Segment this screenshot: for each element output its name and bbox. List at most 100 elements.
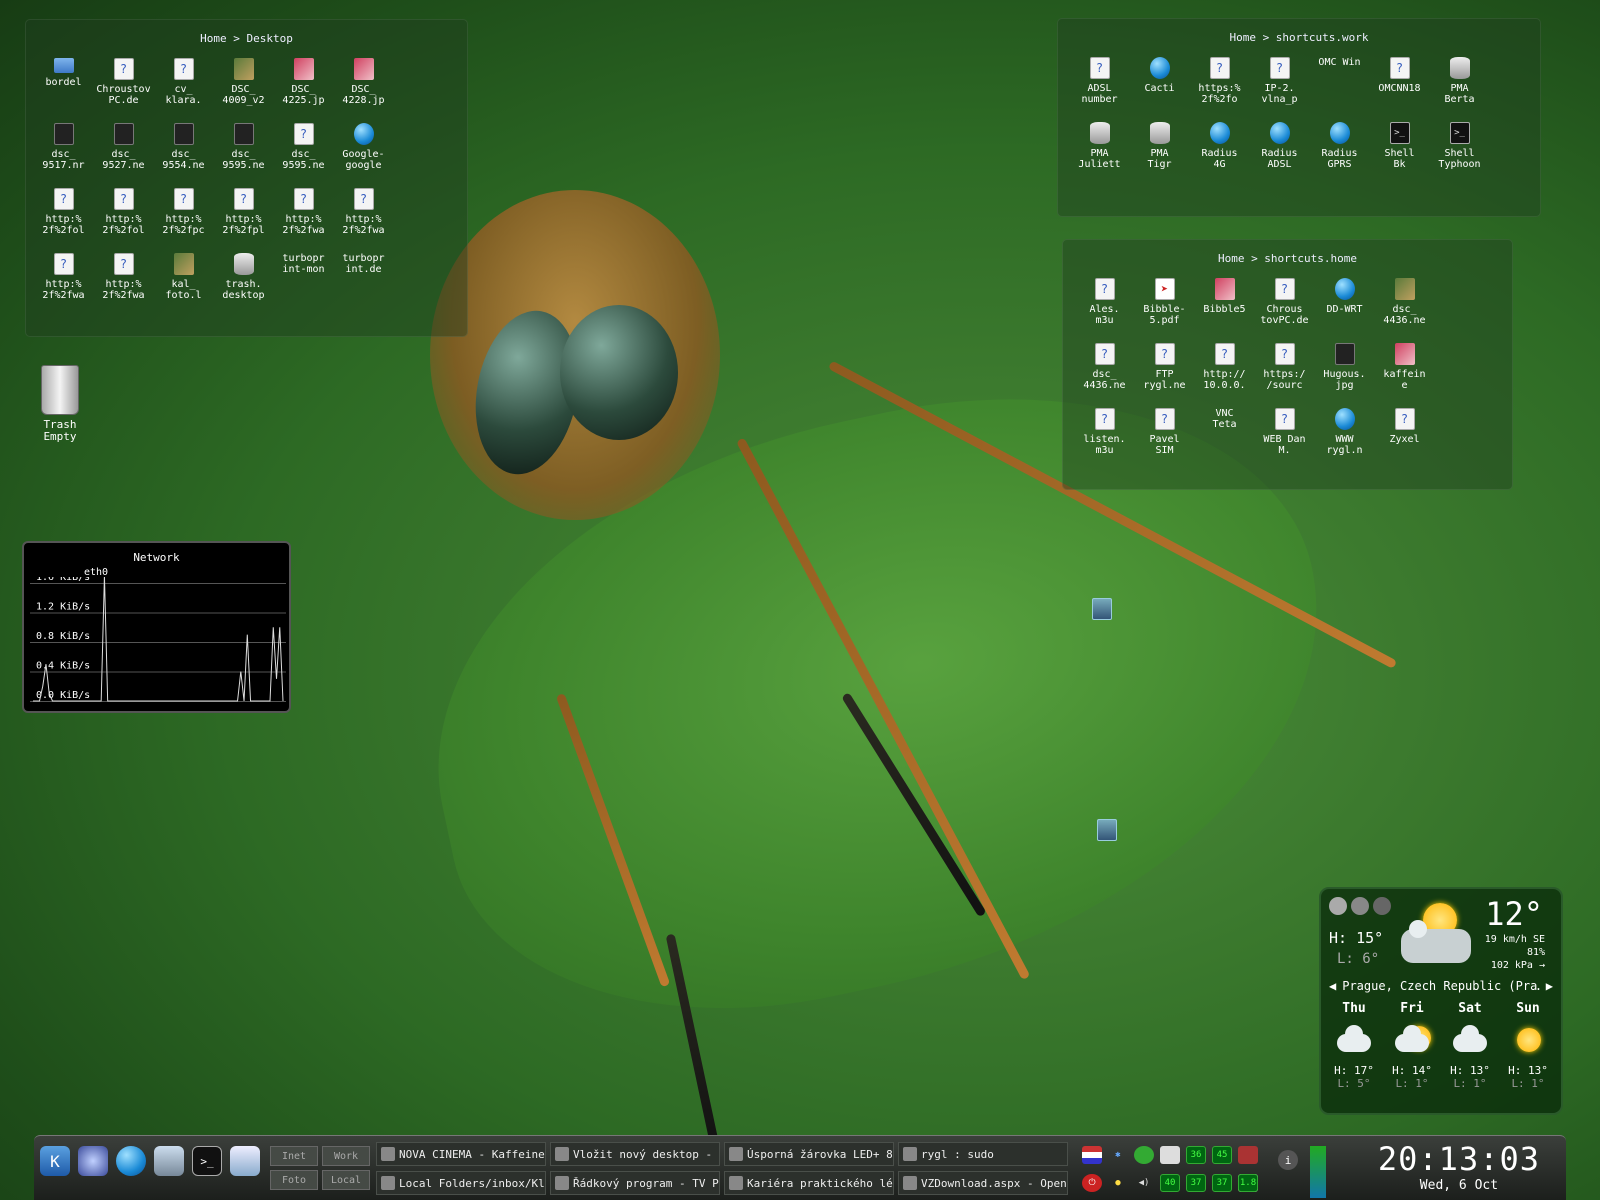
desktop-icon[interactable]: ? http:% 2f%2fwa <box>94 253 153 318</box>
desktop-icon[interactable]: ? Chrous tovPC.de <box>1255 278 1314 343</box>
desktop-icon[interactable]: ? http:% 2f%2fpl <box>214 188 273 253</box>
desktop-icon[interactable]: trash. desktop <box>214 253 273 318</box>
desktop-icon[interactable]: dsc_ 9527.ne <box>94 123 153 188</box>
desktop-icon[interactable]: Google- google <box>334 123 393 188</box>
folder-title[interactable]: Home > shortcuts.home <box>1063 252 1512 265</box>
desktop-icon[interactable]: ? http:% 2f%2fwa <box>334 188 393 253</box>
task-button[interactable]: Local Folders/inbox/Kla <box>376 1171 546 1195</box>
lightbulb-icon[interactable]: ● <box>1108 1174 1128 1192</box>
tray-monitor-readout[interactable]: 45 <box>1212 1146 1232 1164</box>
task-button[interactable]: Vložit nový desktop - K <box>550 1142 720 1166</box>
desktop-icon[interactable]: DD-WRT <box>1315 278 1374 343</box>
desktop-icon[interactable]: ? http:% 2f%2fwa <box>274 188 333 253</box>
desktop-icon[interactable]: Radius GPRS <box>1310 122 1369 187</box>
desktop-icon[interactable]: OMC Win <box>1092 57 1369 620</box>
desktop-icon[interactable]: bordel <box>34 58 93 123</box>
desktop-icon[interactable]: ➤ Bibble- 5.pdf <box>1135 278 1194 343</box>
chevron-left-icon[interactable]: ◀ <box>1329 979 1336 993</box>
bluetooth-icon[interactable]: ✱ <box>1108 1146 1128 1164</box>
desktop-icon[interactable]: PMA Juliett <box>1070 122 1129 187</box>
file-manager-icon[interactable] <box>230 1146 260 1176</box>
desktop-icon[interactable]: dsc_ 9517.nr <box>34 123 93 188</box>
kaffeine-tray-icon[interactable] <box>1238 1146 1258 1164</box>
desktop-icon[interactable]: Bibble5 <box>1195 278 1254 343</box>
task-button[interactable]: Úsporná žárovka LED+ 88 <box>724 1142 894 1166</box>
pager-desktop[interactable]: Foto <box>270 1170 318 1190</box>
desktop-icon[interactable]: dsc_ 9595.ne <box>214 123 273 188</box>
desktop-icon[interactable]: turbopr int-mon <box>56 253 333 621</box>
kde-menu-icon[interactable]: K <box>40 1146 70 1176</box>
desktop-icon[interactable]: DSC_ 4009_v2 <box>214 58 273 123</box>
trash-applet[interactable]: Trash Empty <box>36 365 84 443</box>
dragon-player-icon[interactable] <box>78 1146 108 1176</box>
desktop-icon[interactable]: PMA Berta <box>1430 57 1489 122</box>
desktop-icon[interactable]: Radius 4G <box>1190 122 1249 187</box>
desktop-icon[interactable]: turbopr int.de <box>56 253 393 621</box>
desktop-icon[interactable]: ? Zyxel <box>1375 408 1434 473</box>
desktop-icon[interactable]: ? listen. m3u <box>1075 408 1134 473</box>
desktop-icon[interactable]: DSC_ 4228.jp <box>334 58 393 123</box>
desktop-icon[interactable]: ? cv_ klara. <box>154 58 213 123</box>
info-icon[interactable]: i <box>1278 1150 1298 1170</box>
desktop-icon[interactable]: DSC_ 4225.jp <box>274 58 333 123</box>
desktop-icon[interactable]: kaffein e <box>1375 343 1434 408</box>
desktop-icon[interactable]: >_ Shell Typhoon <box>1430 122 1489 187</box>
desktop-icon[interactable]: WWW rygl.n <box>1315 408 1374 473</box>
desktop-icon[interactable]: ? Pavel SIM <box>1135 408 1194 473</box>
folder-title[interactable]: Home > shortcuts.work <box>1058 31 1540 44</box>
desktop-icon[interactable]: ? dsc_ 4436.ne <box>1075 343 1134 408</box>
task-button[interactable]: Kariéra praktického lék <box>724 1171 894 1195</box>
thermometer-icon[interactable] <box>1351 897 1369 915</box>
desktop-icon[interactable]: Hugous. jpg <box>1315 343 1374 408</box>
system-monitor-icon[interactable] <box>154 1146 184 1176</box>
sun-small-icon[interactable] <box>1329 897 1347 915</box>
tray-monitor-readout[interactable]: 36 <box>1186 1146 1206 1164</box>
tray-monitor-readout[interactable]: 40 <box>1160 1174 1180 1192</box>
desktop-icon[interactable]: ? http:% 2f%2fwa <box>34 253 93 318</box>
desktop-icon[interactable]: ? IP-2. vlna_p <box>1250 57 1309 122</box>
chevron-right-icon[interactable]: ▶ <box>1546 979 1553 993</box>
folder-view-shortcuts-home[interactable]: Home > shortcuts.home ? Ales. m3u ➤ Bibble-… <box>1062 239 1513 841</box>
tray-monitor-readout[interactable]: 37 <box>1212 1174 1232 1192</box>
folder-view-desktop[interactable]: Home > Desktop bordel? Chrous​tovPC.de? cv… <box>25 19 468 621</box>
desktop-icon[interactable]: ? OMCNN18 <box>1370 57 1429 122</box>
desktop-icon[interactable]: ? dsc_ 9595.ne <box>274 123 333 188</box>
task-button[interactable]: Řádkový program - TV Pr <box>550 1171 720 1195</box>
trash-icon[interactable] <box>41 365 79 415</box>
desktop-icon[interactable]: ? ADSL number <box>1070 57 1129 122</box>
desktop-icon[interactable]: ? https:% 2f%2fo <box>1190 57 1249 122</box>
desktop-icon[interactable]: dsc_ 4436.ne <box>1375 278 1434 343</box>
weather-widget[interactable]: 12° H: 15° L: 6° 19 km/h SE 81% 102 kPa … <box>1319 887 1563 1115</box>
task-button[interactable]: NOVA CINEMA - Kaffeine <box>376 1142 546 1166</box>
network-monitor-widget[interactable]: Network eth0 1.6 KiB/s 1.2 KiB/s 0.8 KiB/s… <box>22 541 291 713</box>
desktop-icon[interactable]: kal_ foto.l <box>154 253 213 318</box>
speaker-icon[interactable]: ◀) <box>1134 1174 1154 1192</box>
pager-desktop[interactable]: Local <box>322 1170 370 1190</box>
power-icon[interactable]: ⏻ <box>1082 1174 1102 1192</box>
network-status-icon[interactable] <box>1134 1146 1154 1164</box>
desktop-icon[interactable]: ? WEB Dan M. <box>1255 408 1314 473</box>
desktop-icon[interactable]: dsc_ 9554.ne <box>154 123 213 188</box>
pager-desktop[interactable]: Work <box>322 1146 370 1166</box>
terminal-icon[interactable]: >_ <box>192 1146 222 1176</box>
folder-title[interactable]: Home > Desktop <box>26 32 467 45</box>
desktop-icon[interactable]: Radius ADSL <box>1250 122 1309 187</box>
task-button[interactable]: rygl : sudo <box>898 1142 1068 1166</box>
cloud-small-icon[interactable] <box>1373 897 1391 915</box>
pager-desktop[interactable]: Inet <box>270 1146 318 1166</box>
clipboard-icon[interactable] <box>1160 1146 1180 1164</box>
tray-monitor-readout[interactable]: 1.8 <box>1238 1174 1258 1192</box>
desktop-icon[interactable]: VNC Teta <box>1097 408 1254 841</box>
task-button[interactable]: VZDownload.aspx - Open0 <box>898 1171 1068 1195</box>
tray-monitor-readout[interactable]: 37 <box>1186 1174 1206 1192</box>
desktop-icon[interactable]: ? Chrous​tovPC.de <box>94 58 153 123</box>
desktop-icon[interactable]: ? http:% 2f%2fpc <box>154 188 213 253</box>
folder-view-shortcuts-work[interactable]: Home > shortcuts.work ? ADSL number Cacti?… <box>1057 18 1541 620</box>
browser-icon[interactable] <box>116 1146 146 1176</box>
desktop-icon[interactable]: ? https:/ /sourc <box>1255 343 1314 408</box>
desktop-icon[interactable]: ? http:% 2f%2fol <box>34 188 93 253</box>
keyboard-layout-flag-icon[interactable] <box>1082 1146 1102 1164</box>
desktop-icon[interactable]: ? http:% 2f%2fol <box>94 188 153 253</box>
desktop-icon[interactable]: ? Ales. m3u <box>1075 278 1134 343</box>
desktop-icon[interactable]: ? FTP rygl.ne <box>1135 343 1194 408</box>
